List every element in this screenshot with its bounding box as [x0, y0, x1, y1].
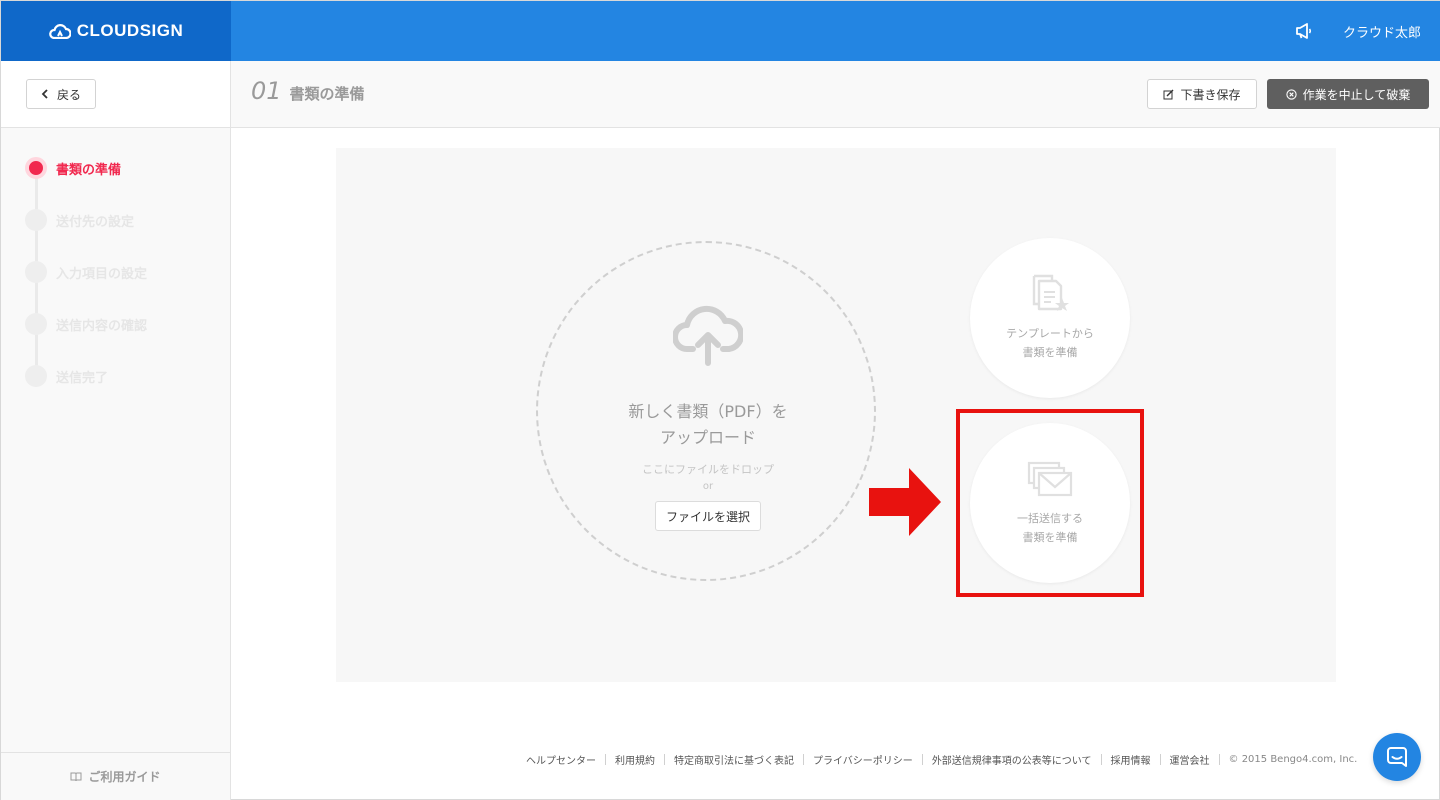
step-label: 送付先の設定 — [56, 214, 135, 230]
step-label: 送信完了 — [56, 370, 109, 386]
chat-icon — [1387, 747, 1407, 767]
sidebar-step-fields: 入力項目の設定 — [25, 260, 147, 284]
chevron-left-icon — [41, 89, 48, 99]
chat-launcher-button[interactable] — [1373, 733, 1421, 781]
cancel-label: 作業を中止して破棄 — [1302, 87, 1411, 102]
footer-link-help[interactable]: ヘルプセンター — [526, 752, 596, 767]
step-dot — [25, 209, 47, 231]
user-menu[interactable]: クラウド太郎 — [1343, 22, 1421, 41]
copyright: © 2015 Bengo4.com, Inc. — [1228, 754, 1358, 765]
top-header: CLOUDSIGN クラウド太郎 — [1, 1, 1440, 61]
footer-separator — [803, 754, 804, 765]
or-text: or — [702, 481, 714, 492]
step-number: 01 — [251, 77, 282, 105]
step-dot — [25, 157, 47, 179]
cloud-logo-icon — [48, 24, 71, 39]
sidebar: 書類の準備 送付先の設定 入力項目の設定 送信内容の確認 送信完了 ご利用ガイド — [1, 128, 231, 800]
upload-title-line1: 新しく書類（PDF）を — [628, 402, 788, 421]
back-button[interactable]: 戻る — [26, 79, 96, 109]
footer-separator — [921, 754, 923, 765]
step-label: 書類の準備 — [56, 162, 122, 178]
footer-link-company[interactable]: 運営会社 — [1170, 752, 1210, 767]
footer-link-external[interactable]: 外部送信規律事項の公表等について — [932, 752, 1092, 767]
footer-separator — [664, 754, 665, 765]
edit-icon — [1163, 89, 1174, 99]
template-label-line2: 書類を準備 — [1022, 346, 1078, 359]
user-guide-link[interactable]: ご利用ガイド — [1, 752, 230, 800]
footer-link-privacy[interactable]: プライバシーポリシー — [813, 752, 913, 767]
sidebar-step-prepare[interactable]: 書類の準備 — [25, 156, 121, 180]
sidebar-step-complete: 送信完了 — [25, 364, 108, 388]
step-dot — [25, 365, 47, 387]
save-draft-label: 下書き保存 — [1180, 87, 1241, 102]
sidebar-step-recipients: 送付先の設定 — [25, 208, 134, 232]
footer-separator — [605, 754, 606, 765]
step-label: 入力項目の設定 — [56, 266, 148, 282]
drop-hint: ここにファイルをドロップ — [642, 463, 774, 476]
template-label: テンプレートから 書類を準備 — [970, 324, 1130, 362]
megaphone-icon[interactable] — [1295, 23, 1313, 39]
footer-separator — [1159, 754, 1161, 765]
highlight-box — [956, 409, 1144, 597]
template-document-icon — [1032, 274, 1069, 311]
template-icon-wrap — [970, 272, 1130, 314]
brand-name: CLOUDSIGN — [76, 21, 184, 40]
template-label-line1: テンプレートから — [1006, 327, 1094, 340]
upload-dropzone[interactable]: 新しく書類（PDF）を アップロード ここにファイルをドロップ or ファイルを… — [536, 241, 876, 581]
header-right: クラウド太郎 — [1295, 1, 1421, 61]
brand-logo[interactable]: CLOUDSIGN — [1, 1, 231, 61]
footer-separator — [1218, 754, 1220, 765]
select-file-button[interactable]: ファイルを選択 — [655, 501, 761, 531]
subheader-left: 戻る — [1, 61, 231, 127]
footer-link-careers[interactable]: 採用情報 — [1111, 752, 1151, 767]
footer: ヘルプセンター 利用規約 特定商取引法に基づく表記 プライバシーポリシー 外部送… — [526, 752, 1357, 767]
step-label: 送信内容の確認 — [56, 318, 148, 334]
step-title: 書類の準備 — [289, 85, 365, 103]
save-draft-button[interactable]: 下書き保存 — [1147, 79, 1257, 109]
template-prepare-button[interactable]: テンプレートから 書類を準備 — [970, 238, 1130, 398]
back-label: 戻る — [56, 87, 81, 102]
footer-link-terms[interactable]: 利用規約 — [615, 752, 655, 767]
arrow-right-icon — [869, 468, 941, 536]
guide-label: ご利用ガイド — [88, 770, 161, 784]
cloud-upload-icon — [673, 305, 743, 366]
upload-title-line2: アップロード — [659, 428, 756, 447]
footer-separator — [1100, 754, 1102, 765]
step-dot — [25, 313, 47, 335]
sub-header: 戻る 01 書類の準備 下書き保存 作業を中止して破棄 — [1, 61, 1440, 128]
book-icon — [70, 772, 82, 781]
upload-title: 新しく書類（PDF）を アップロード — [538, 399, 878, 451]
sidebar-step-confirm: 送信内容の確認 — [25, 312, 147, 336]
page-title: 01 書類の準備 — [251, 77, 365, 105]
close-circle-icon — [1286, 88, 1297, 100]
cancel-discard-button[interactable]: 作業を中止して破棄 — [1267, 79, 1429, 109]
step-dot — [25, 261, 47, 283]
footer-link-commerce[interactable]: 特定商取引法に基づく表記 — [674, 752, 794, 767]
